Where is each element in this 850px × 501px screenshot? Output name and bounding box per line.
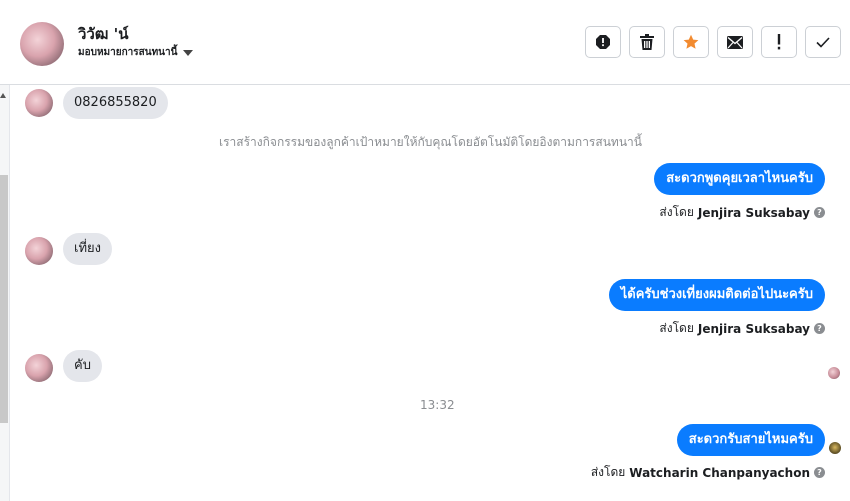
message-timestamp: 13:32: [420, 398, 455, 412]
contact-avatar-small: [25, 89, 53, 117]
seen-indicator-avatar: [829, 442, 841, 454]
star-icon: [683, 34, 699, 49]
outgoing-message[interactable]: สะดวกพูดคุยเวลาไหนครับ: [654, 163, 825, 195]
mark-done-button[interactable]: [805, 26, 841, 58]
report-button[interactable]: [585, 26, 621, 58]
assign-label: มอบหมายการสนทนานี้: [78, 47, 178, 58]
sender-name: Jenjira Suksabay: [697, 205, 810, 220]
incoming-message[interactable]: คับ: [63, 350, 102, 382]
contact-name[interactable]: วิวัฒ 'น์: [78, 22, 128, 46]
lead-activity-notice: เราสร้างกิจกรรมของลูกค้าเป้าหมายให้กับคุ…: [219, 135, 642, 149]
help-icon[interactable]: ?: [814, 323, 825, 334]
mark-spam-button[interactable]: [761, 26, 797, 58]
sent-by-label: ส่งโดย Jenjira Suksabay ?: [659, 319, 825, 338]
scroll-up-icon[interactable]: [0, 93, 6, 98]
sent-by-label: ส่งโดย Watcharin Chanpanyachon ?: [591, 463, 825, 482]
contact-avatar-small: [25, 354, 53, 382]
sent-by-prefix: ส่งโดย: [590, 465, 626, 479]
scrollbar-thumb[interactable]: [0, 175, 8, 423]
outgoing-message[interactable]: ได้ครับช่วงเที่ยงผมติดต่อไปนะครับ: [608, 279, 825, 311]
outgoing-message[interactable]: สะดวกรับสายไหมครับ: [676, 424, 825, 456]
caret-down-icon: [183, 49, 194, 56]
contact-avatar[interactable]: [20, 22, 64, 66]
sender-name: Jenjira Suksabay: [697, 321, 810, 336]
delete-button[interactable]: [629, 26, 665, 58]
conversation-header: วิวัฒ 'น์ มอบหมายการสนทนานี้: [0, 0, 850, 85]
help-icon[interactable]: ?: [814, 207, 825, 218]
scrollbar[interactable]: [0, 85, 10, 501]
sent-by-label: ส่งโดย Jenjira Suksabay ?: [659, 203, 825, 222]
incoming-message[interactable]: 0826855820: [63, 87, 168, 119]
sender-name: Watcharin Chanpanyachon: [629, 465, 810, 480]
help-icon[interactable]: ?: [814, 467, 825, 478]
incoming-message[interactable]: เที่ยง: [63, 233, 112, 265]
mark-unread-button[interactable]: [717, 26, 753, 58]
sent-by-prefix: ส่งโดย: [659, 205, 694, 219]
sent-by-prefix: ส่งโดย: [659, 321, 694, 335]
header-actions: [585, 26, 841, 58]
report-icon: [596, 35, 610, 49]
star-button[interactable]: [673, 26, 709, 58]
mail-icon: [727, 35, 743, 49]
assign-conversation-dropdown[interactable]: มอบหมายการสนทนานี้: [78, 45, 194, 60]
check-icon: [816, 36, 830, 48]
exclamation-icon: [777, 34, 781, 50]
contact-avatar-small: [25, 237, 53, 265]
trash-icon: [640, 34, 654, 50]
seen-indicator-avatar: [828, 367, 840, 379]
